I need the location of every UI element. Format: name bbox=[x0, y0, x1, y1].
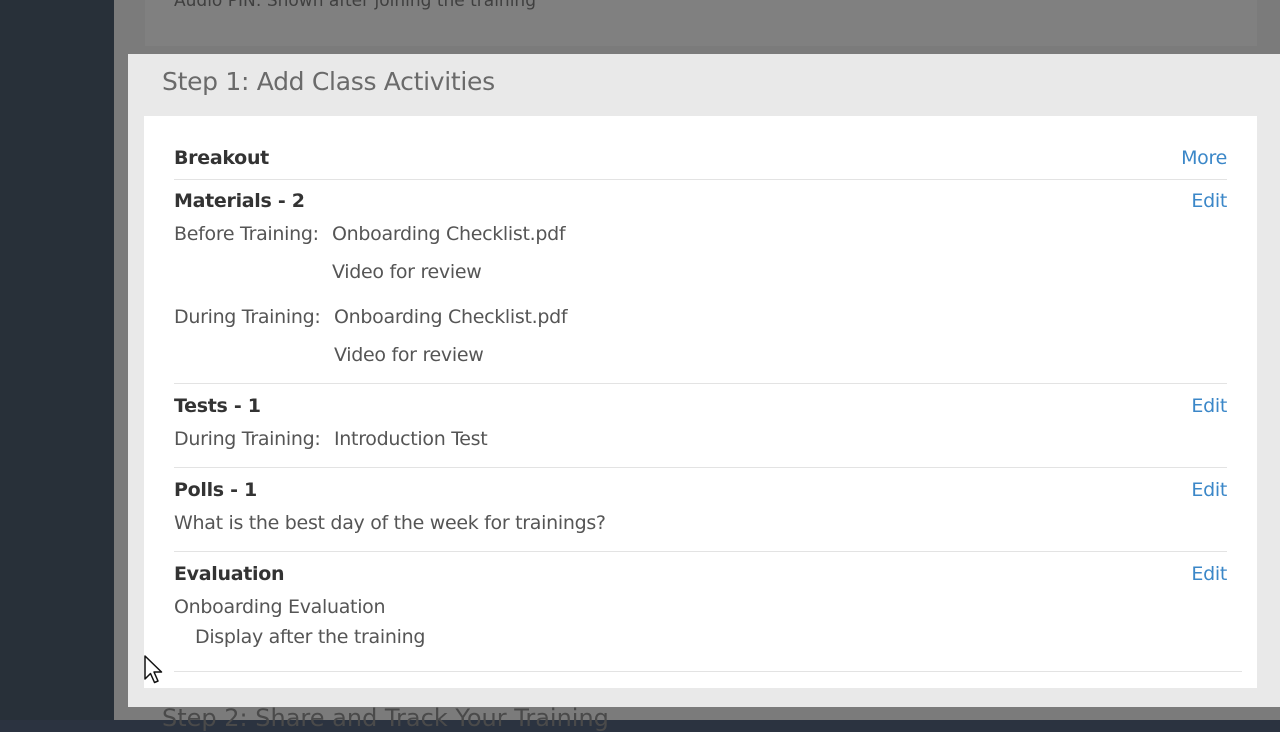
section-divider bbox=[174, 551, 1227, 552]
materials-during-label: During Training: bbox=[174, 306, 321, 328]
background-step2-heading: Step 2: Share and Track Your Training bbox=[162, 704, 609, 732]
background-audio-pin-text: Audio PIN: Shown after joining the train… bbox=[174, 0, 536, 11]
materials-title: Materials - 2 bbox=[174, 190, 305, 212]
tests-item: Introduction Test bbox=[334, 428, 488, 450]
materials-during-item: Video for review bbox=[334, 344, 484, 366]
section-divider bbox=[174, 671, 1242, 672]
materials-during-item: Onboarding Checklist.pdf bbox=[334, 306, 568, 328]
app-sidebar bbox=[0, 0, 114, 720]
breakout-title: Breakout bbox=[174, 147, 269, 169]
polls-item: What is the best day of the week for tra… bbox=[174, 512, 606, 534]
tests-title: Tests - 1 bbox=[174, 395, 261, 417]
breakout-more-link[interactable]: More bbox=[1181, 147, 1227, 169]
evaluation-item: Onboarding Evaluation bbox=[174, 596, 386, 618]
polls-edit-link[interactable]: Edit bbox=[1191, 479, 1227, 501]
section-divider bbox=[174, 467, 1227, 468]
modal-title: Step 1: Add Class Activities bbox=[162, 67, 495, 96]
materials-edit-link[interactable]: Edit bbox=[1191, 190, 1227, 212]
evaluation-edit-link[interactable]: Edit bbox=[1191, 563, 1227, 585]
mouse-pointer-icon bbox=[144, 655, 163, 684]
class-activities-modal: Step 1: Add Class Activities Breakout Mo… bbox=[128, 54, 1280, 707]
evaluation-title: Evaluation bbox=[174, 563, 285, 585]
polls-title: Polls - 1 bbox=[174, 479, 257, 501]
section-divider bbox=[174, 383, 1227, 384]
materials-before-item: Onboarding Checklist.pdf bbox=[332, 223, 566, 245]
tests-edit-link[interactable]: Edit bbox=[1191, 395, 1227, 417]
section-divider bbox=[174, 179, 1227, 180]
activities-panel: Breakout More Materials - 2 Edit Before … bbox=[144, 116, 1257, 688]
materials-before-label: Before Training: bbox=[174, 223, 319, 245]
evaluation-note: Display after the training bbox=[195, 626, 426, 648]
tests-during-label: During Training: bbox=[174, 428, 321, 450]
materials-before-item: Video for review bbox=[332, 261, 482, 283]
